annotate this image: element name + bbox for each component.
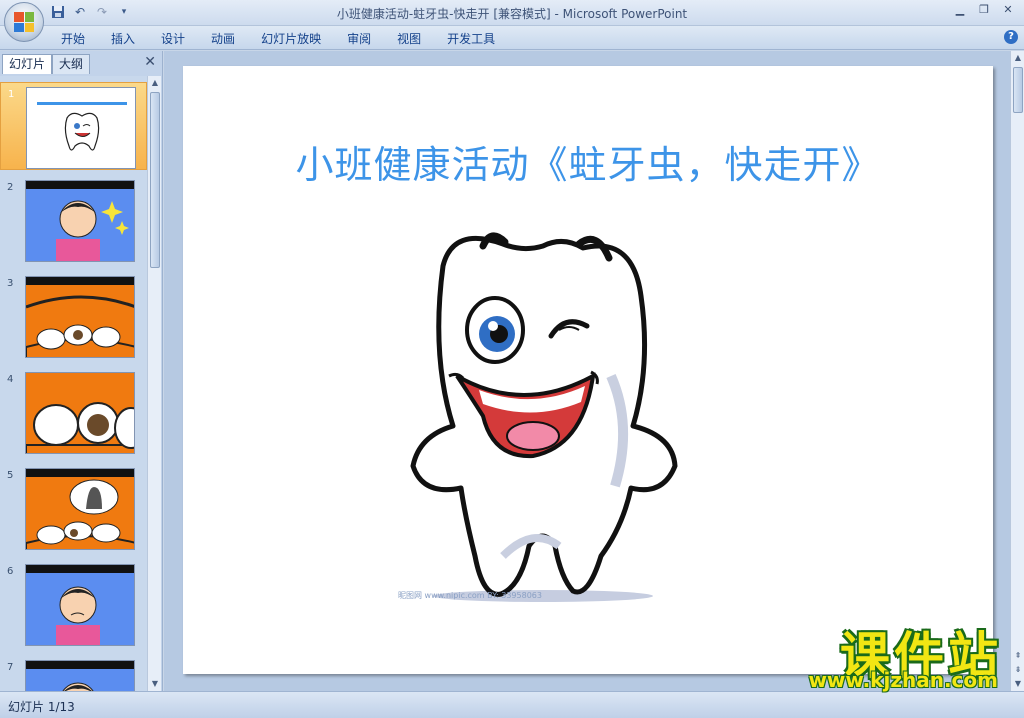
slide-number: 6 bbox=[7, 566, 14, 577]
help-icon[interactable]: ? bbox=[1004, 30, 1018, 44]
tooth-cartoon-image bbox=[410, 232, 678, 602]
slide-number: 2 bbox=[7, 182, 14, 193]
slide-number: 4 bbox=[7, 374, 14, 385]
thumbnail-image bbox=[26, 87, 136, 169]
slide-editor: 小班健康活动《蛀牙虫，快走开》 昵图网 www.nipic.com BY: 33… bbox=[164, 51, 1010, 691]
panel-tabs: 幻灯片 大纲 bbox=[2, 54, 91, 74]
title-bar: ↶ ↷ ▾ 小班健康活动-蛀牙虫-快走开 [兼容模式] - Microsoft … bbox=[0, 0, 1024, 26]
site-watermark-logo: 课件站 www.kjzhan.com bbox=[770, 616, 1002, 694]
slide-canvas[interactable]: 小班健康活动《蛀牙虫，快走开》 昵图网 www.nipic.com BY: 33… bbox=[183, 66, 993, 674]
tab-insert[interactable]: 插入 bbox=[98, 30, 148, 48]
tab-design[interactable]: 设计 bbox=[148, 30, 198, 48]
tab-slides[interactable]: 幻灯片 bbox=[2, 54, 53, 74]
thumbnail-image bbox=[25, 564, 135, 646]
window-controls: ▁ ❐ ✕ bbox=[950, 2, 1018, 18]
thumbnail-scrollbar[interactable]: ▲ ▼ bbox=[147, 76, 161, 691]
slide-thumbnail-7[interactable]: 7 bbox=[0, 656, 147, 691]
tab-animations[interactable]: 动画 bbox=[198, 30, 248, 48]
scroll-up-icon[interactable]: ▲ bbox=[1011, 51, 1024, 65]
ribbon: 开始 插入 设计 动画 幻灯片放映 审阅 视图 开发工具 ? bbox=[0, 26, 1024, 50]
slide-number: 7 bbox=[7, 662, 14, 673]
thumbnail-image bbox=[25, 468, 135, 550]
status-bar: 幻灯片 1/13 bbox=[0, 691, 1024, 718]
slide-thumbnail-3[interactable]: 3 bbox=[0, 272, 147, 360]
office-logo-icon bbox=[14, 12, 34, 32]
slide-thumbnail-2[interactable]: 2 bbox=[0, 176, 147, 264]
thumbnail-image bbox=[25, 372, 135, 454]
slides-panel: 幻灯片 大纲 ✕ 1 2 3 4 5 6 7 ▲ ▼ bbox=[0, 51, 163, 691]
slide-title[interactable]: 小班健康活动《蛀牙虫，快走开》 bbox=[183, 134, 993, 189]
slide-number: 1 bbox=[8, 89, 15, 100]
close-icon[interactable]: ✕ bbox=[998, 2, 1018, 18]
tab-outline[interactable]: 大纲 bbox=[52, 54, 91, 74]
close-icon[interactable]: ✕ bbox=[144, 54, 156, 70]
slide-scrollbar[interactable]: ▲ ⇞ ⇟ ▼ bbox=[1010, 51, 1024, 691]
tab-review[interactable]: 审阅 bbox=[334, 30, 384, 48]
tab-developer[interactable]: 开发工具 bbox=[434, 30, 508, 48]
minimize-icon[interactable]: ▁ bbox=[950, 2, 970, 18]
site-url: www.kjzhan.com bbox=[808, 668, 998, 692]
slide-thumbnail-1[interactable]: 1 bbox=[0, 82, 147, 170]
thumbnail-list: 1 2 3 4 5 6 7 bbox=[0, 76, 147, 691]
scrollbar-thumb[interactable] bbox=[1013, 67, 1023, 113]
image-credit: 昵图网 www.nipic.com BY: 33958063 bbox=[398, 591, 542, 600]
slide-thumbnail-6[interactable]: 6 bbox=[0, 560, 147, 648]
scroll-down-icon[interactable]: ▼ bbox=[148, 677, 162, 691]
thumbnail-image bbox=[25, 660, 135, 691]
slide-thumbnail-5[interactable]: 5 bbox=[0, 464, 147, 552]
slide-thumbnail-4[interactable]: 4 bbox=[0, 368, 147, 456]
tab-slideshow[interactable]: 幻灯片放映 bbox=[248, 30, 334, 48]
tab-view[interactable]: 视图 bbox=[384, 30, 434, 48]
scroll-up-icon[interactable]: ▲ bbox=[148, 76, 162, 90]
ribbon-tabs: 开始 插入 设计 动画 幻灯片放映 审阅 视图 开发工具 bbox=[48, 30, 508, 48]
slide-count-status: 幻灯片 1/13 bbox=[8, 700, 75, 714]
slide-number: 3 bbox=[7, 278, 14, 289]
tab-home[interactable]: 开始 bbox=[48, 30, 98, 48]
next-slide-icon[interactable]: ⇟ bbox=[1011, 663, 1024, 677]
window-title: 小班健康活动-蛀牙虫-快走开 [兼容模式] - Microsoft PowerP… bbox=[336, 7, 688, 21]
office-button[interactable] bbox=[4, 2, 44, 42]
slide-number: 5 bbox=[7, 470, 14, 481]
restore-icon[interactable]: ❐ bbox=[974, 2, 994, 18]
thumbnail-image bbox=[25, 276, 135, 358]
previous-slide-icon[interactable]: ⇞ bbox=[1011, 649, 1024, 663]
scrollbar-thumb[interactable] bbox=[150, 92, 160, 268]
thumbnail-image bbox=[25, 180, 135, 262]
scroll-down-icon[interactable]: ▼ bbox=[1011, 677, 1024, 691]
